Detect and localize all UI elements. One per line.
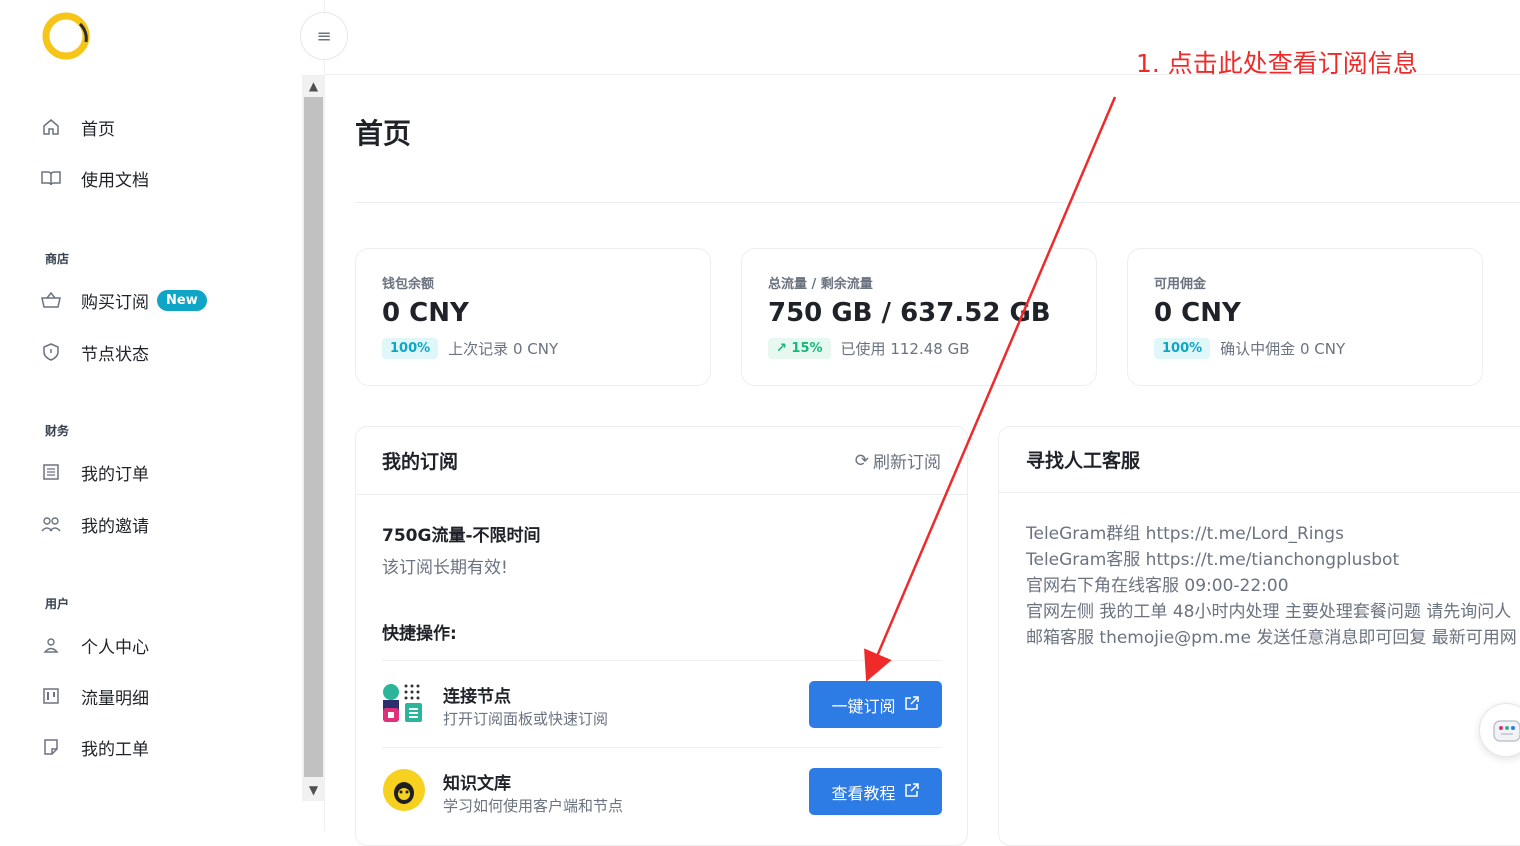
scroll-up-icon[interactable]: ▲ — [302, 75, 325, 97]
logo-icon[interactable] — [40, 12, 92, 60]
hamburger-icon: ≡ — [316, 25, 332, 47]
support-lines: TeleGram群组 https://t.me/Lord_Rings TeleG… — [1026, 521, 1517, 651]
sidebar-item-label: 流量明细 — [81, 688, 149, 709]
users-icon — [40, 513, 62, 535]
book-icon — [40, 167, 62, 189]
stat-foot-text: 已使用 112.48 GB — [840, 340, 970, 358]
knowledge-base-icon — [383, 769, 425, 811]
refresh-subscription-button[interactable]: ⟳ 刷新订阅 — [854, 448, 941, 474]
stat-value: 0 CNY — [382, 298, 469, 328]
ticket-icon — [40, 736, 62, 758]
support-card: 寻找人工客服 TeleGram群组 https://t.me/Lord_Ring… — [998, 426, 1520, 846]
chat-bot-icon — [1493, 720, 1520, 742]
sidebar-item-node-status[interactable]: 节点状态 — [40, 334, 149, 370]
stat-value: 750 GB / 637.52 GB — [768, 298, 1051, 328]
sidebar-item-label: 节点状态 — [81, 344, 149, 365]
quick-actions-title: 快捷操作: — [382, 624, 457, 644]
sidebar-item-tickets[interactable]: 我的工单 — [40, 729, 149, 765]
quick-action-subtitle: 打开订阅面板或快速订阅 — [443, 710, 609, 728]
connect-nodes-icon — [383, 684, 422, 722]
sidebar-item-profile[interactable]: 个人中心 — [40, 627, 149, 663]
view-tutorial-button[interactable]: 查看教程 — [809, 768, 942, 815]
support-line: TeleGram客服 https://t.me/tianchongplusbot — [1026, 550, 1400, 570]
sidebar-item-label: 我的邀请 — [81, 516, 149, 537]
section-finance: 财务 — [45, 424, 70, 438]
list-icon — [40, 461, 62, 483]
trend-up-icon: ↗ — [776, 341, 792, 356]
chart-icon — [40, 685, 62, 707]
subscription-title: 我的订阅 — [382, 451, 459, 473]
one-click-subscribe-button[interactable]: 一键订阅 — [809, 681, 942, 728]
scroll-down-icon[interactable]: ▼ — [302, 779, 325, 801]
user-icon — [40, 634, 62, 656]
quick-action-subtitle: 学习如何使用客户端和节点 — [443, 797, 624, 815]
section-user: 用户 — [45, 597, 70, 611]
support-line: TeleGram群组 https://t.me/Lord_Rings — [1026, 524, 1344, 544]
sidebar-item-label: 首页 — [81, 119, 115, 140]
sidebar-item-label: 个人中心 — [81, 637, 149, 658]
quick-action-title: 连接节点 — [443, 687, 511, 707]
refresh-label: 刷新订阅 — [873, 453, 941, 473]
sidebar-scrollbar[interactable]: ▲ ▼ — [302, 75, 325, 801]
section-shop: 商店 — [45, 252, 70, 266]
menu-toggle-button[interactable]: ≡ — [300, 12, 348, 60]
home-icon — [40, 116, 62, 138]
support-line: 邮箱客服 themojie@pm.me 发送任意消息即可回复 最新可用网 — [1026, 628, 1517, 648]
quick-action-connect: 连接节点 打开订阅面板或快速订阅 一键订阅 — [382, 660, 942, 746]
stat-card-traffic: 总流量 / 剩余流量 750 GB / 637.52 GB ↗ 15% 已使用 … — [741, 248, 1097, 386]
sidebar-item-label: 我的订单 — [81, 464, 149, 485]
stat-label: 钱包余额 — [382, 277, 435, 292]
stat-card-commission: 可用佣金 0 CNY 100% 确认中佣金 0 CNY — [1127, 248, 1483, 386]
external-link-icon — [904, 782, 920, 802]
sidebar-item-label: 使用文档 — [81, 170, 149, 191]
support-line: 官网左侧 我的工单 48小时内处理 主要处理套餐问题 请先询问人 — [1026, 602, 1512, 622]
sidebar-item-traffic[interactable]: 流量明细 — [40, 678, 149, 714]
sidebar-item-invites[interactable]: 我的邀请 — [40, 506, 149, 542]
stat-foot-text: 上次记录 0 CNY — [448, 340, 559, 358]
sidebar-item-label: 购买订阅 — [81, 292, 149, 313]
sidebar-item-docs[interactable]: 使用文档 — [40, 160, 149, 196]
sidebar-item-buy[interactable]: 购买订阅 New — [40, 282, 207, 318]
external-link-icon — [904, 695, 920, 715]
sidebar-item-orders[interactable]: 我的订单 — [40, 454, 149, 490]
support-line: 官网右下角在线客服 09:00-22:00 — [1026, 576, 1289, 596]
stat-pill-value: 15% — [791, 341, 823, 356]
shield-icon — [40, 341, 62, 363]
page-title: 首页 — [355, 117, 412, 150]
support-title: 寻找人工客服 — [999, 427, 1520, 493]
quick-action-title: 知识文库 — [443, 774, 511, 794]
stat-label: 可用佣金 — [1154, 277, 1207, 292]
scroll-thumb[interactable] — [304, 97, 323, 777]
stat-pill: ↗ 15% — [768, 338, 831, 359]
sidebar-item-label: 我的工单 — [81, 739, 149, 760]
stat-foot-text: 确认中佣金 0 CNY — [1220, 340, 1346, 358]
sidebar-item-home[interactable]: 首页 — [40, 109, 115, 145]
divider — [324, 0, 325, 831]
refresh-icon: ⟳ — [854, 450, 869, 471]
plan-name: 750G流量-不限时间 — [382, 526, 541, 546]
divider — [355, 202, 1520, 203]
stat-pill: 100% — [1154, 338, 1211, 359]
stat-pill: 100% — [382, 338, 439, 359]
button-label: 一键订阅 — [831, 696, 896, 716]
basket-icon — [40, 289, 62, 311]
plan-description: 该订阅长期有效! — [382, 558, 508, 578]
sidebar: 首页 使用文档 商店 购买订阅 New 节点状态 财务 我的订单 我的邀请 用户 — [0, 0, 302, 831]
quick-action-docs: 知识文库 学习如何使用客户端和节点 查看教程 — [382, 747, 942, 833]
button-label: 查看教程 — [831, 783, 896, 803]
subscription-card: 我的订阅 ⟳ 刷新订阅 750G流量-不限时间 该订阅长期有效! 快捷操作: 连… — [355, 426, 968, 846]
stat-label: 总流量 / 剩余流量 — [768, 277, 873, 292]
new-badge: New — [157, 289, 207, 311]
stat-value: 0 CNY — [1154, 298, 1241, 328]
annotation-text: 1. 点击此处查看订阅信息 — [1136, 49, 1418, 78]
stat-card-wallet: 钱包余额 0 CNY 100% 上次记录 0 CNY — [355, 248, 711, 386]
